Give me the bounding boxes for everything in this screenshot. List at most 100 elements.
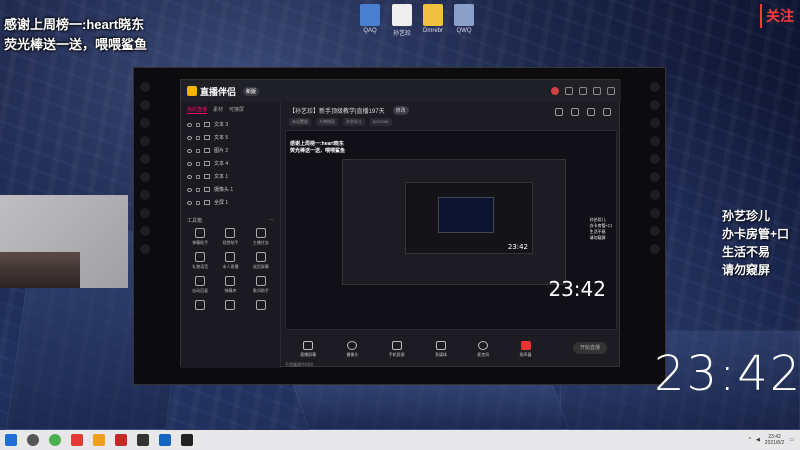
desktop-icon[interactable]: Dmrebr: [416, 4, 450, 34]
tool-button[interactable]: 礼物语音: [185, 252, 215, 270]
tool-button[interactable]: 主播任务: [246, 228, 276, 246]
tool-label: 自动回复: [192, 288, 209, 293]
lock-icon[interactable]: [196, 135, 200, 140]
desktop-icon[interactable]: QWQ: [447, 4, 481, 34]
settings-icon[interactable]: [565, 87, 573, 95]
tool-button[interactable]: 本人直播: [215, 252, 245, 270]
right-overlay-line: 孙艺珍儿: [722, 209, 771, 223]
nested-window: 23:42: [342, 159, 566, 285]
live-companion-icon[interactable]: [181, 434, 193, 446]
desktop-icon[interactable]: 孙艺珍: [385, 4, 419, 37]
edit-title-button[interactable]: 修改: [392, 106, 409, 115]
tool-button[interactable]: 歌词助手: [246, 276, 276, 294]
eye-icon[interactable]: [187, 122, 192, 127]
lock-icon[interactable]: [196, 174, 200, 179]
more-icon[interactable]: ⋯: [269, 217, 274, 224]
meta-room-id: 5222186: [370, 118, 392, 126]
source-label: 图片 2: [214, 148, 229, 154]
tool-label: 送货屏幕: [252, 264, 269, 269]
tool-button[interactable]: 弹幕助手: [185, 228, 215, 246]
media-button[interactable]: 多媒体: [434, 340, 447, 358]
folder-icon[interactable]: [93, 434, 105, 446]
browser-icon[interactable]: [71, 434, 83, 446]
share-icon[interactable]: [603, 108, 611, 116]
lock-icon[interactable]: [196, 200, 200, 205]
tool-icon: [195, 228, 206, 238]
screen-button[interactable]: 直播屏幕: [300, 340, 316, 358]
tab-materials[interactable]: 素材: [213, 106, 223, 114]
desktop-icon[interactable]: QAQ: [353, 4, 387, 34]
mic-button[interactable]: 麦克风: [477, 340, 489, 358]
nested-window-deep: [438, 197, 494, 233]
follow-label: 关注: [766, 8, 794, 24]
tool-icon: [225, 252, 236, 262]
lock-icon[interactable]: [196, 122, 200, 127]
tool-label: 弹幕库: [224, 288, 237, 293]
follow-button[interactable]: 关注: [760, 4, 800, 28]
tool-button[interactable]: 送货屏幕: [246, 252, 276, 270]
source-item[interactable]: 全屏 1: [181, 196, 280, 209]
lock-icon[interactable]: [196, 187, 200, 192]
archive-icon: [423, 4, 443, 26]
source-buttons: 直播屏幕 摄像头 手机投屏 多媒体 麦克风 扬声器: [285, 334, 617, 364]
avatar[interactable]: [551, 87, 559, 95]
steam-icon[interactable]: [137, 434, 149, 446]
source-item[interactable]: 摄像头 1: [181, 183, 280, 196]
meta-cover[interactable]: 未设置图: [289, 118, 311, 126]
preview-side-text: 孙艺珍儿 办卡房管+口 生活不易 请勿窥屏: [590, 217, 612, 241]
file-icon: [392, 4, 412, 26]
close-icon[interactable]: [607, 87, 615, 95]
gift-icon[interactable]: [555, 108, 563, 116]
version-badge: 新版: [243, 86, 260, 96]
text-source-icon: [204, 174, 210, 179]
meta-category[interactable]: 大神指导: [316, 118, 338, 126]
tab-my-live[interactable]: 我的直播: [187, 106, 208, 114]
source-item[interactable]: 文本 1: [181, 170, 280, 183]
nested-window-inner: 23:42: [405, 182, 533, 254]
maximize-icon[interactable]: [593, 87, 601, 95]
right-overlay-line: 办卡房管+口: [722, 227, 790, 241]
tab-screens[interactable]: 可接屏: [229, 106, 244, 114]
lock-icon[interactable]: [196, 161, 200, 166]
tool-button[interactable]: 弹幕库: [215, 276, 245, 294]
chevron-up-icon[interactable]: ^: [749, 437, 751, 443]
source-item[interactable]: 文本 3: [181, 118, 280, 131]
tool-icon: [255, 276, 266, 286]
minimize-icon[interactable]: [579, 87, 587, 95]
eye-icon[interactable]: [187, 135, 192, 140]
chat-icon[interactable]: [571, 108, 579, 116]
search-icon[interactable]: [27, 434, 39, 446]
notification-icon[interactable]: ▭: [789, 437, 794, 443]
source-item[interactable]: 文本 5: [181, 131, 280, 144]
lock-icon[interactable]: [196, 148, 200, 153]
camera-button[interactable]: 摄像头: [346, 340, 358, 358]
source-item[interactable]: 文本 4: [181, 157, 280, 170]
tool-button[interactable]: [185, 300, 215, 312]
media-app-icon[interactable]: [115, 434, 127, 446]
eye-icon[interactable]: [187, 187, 192, 192]
wechat-icon[interactable]: [49, 434, 61, 446]
phone-cast-button[interactable]: 手机投屏: [389, 340, 405, 358]
taskbar-date: 2021/8/2: [764, 440, 785, 446]
audience-icon[interactable]: [587, 108, 595, 116]
app-name: 直播伴侣: [200, 86, 237, 97]
tool-button[interactable]: [215, 300, 245, 312]
start-live-button[interactable]: 开始直播: [573, 342, 607, 354]
speaker-button[interactable]: 扬声器: [520, 340, 532, 358]
button-label: 多媒体: [434, 351, 447, 357]
taskbar-clock[interactable]: 23:42 2021/8/2: [765, 434, 784, 446]
eye-icon[interactable]: [187, 161, 192, 166]
tool-button[interactable]: 自动回复: [185, 276, 215, 294]
eye-icon[interactable]: [187, 148, 192, 153]
volume-icon[interactable]: ◀: [756, 437, 760, 443]
windows-start-icon[interactable]: [5, 434, 17, 446]
nested-clock: 23:42: [507, 243, 528, 251]
tool-button[interactable]: [246, 300, 276, 312]
eye-icon[interactable]: [187, 200, 192, 205]
stream-title: 【孙艺珍】新手顶级教学|直播197天 修改: [289, 106, 409, 115]
game-app-icon[interactable]: [159, 434, 171, 446]
eye-icon[interactable]: [187, 174, 192, 179]
overlay-gift-line: 荧光棒送一送，喂喂鲨鱼: [4, 37, 148, 52]
tool-button[interactable]: 观赏助手: [215, 228, 245, 246]
source-item[interactable]: 图片 2: [181, 144, 280, 157]
